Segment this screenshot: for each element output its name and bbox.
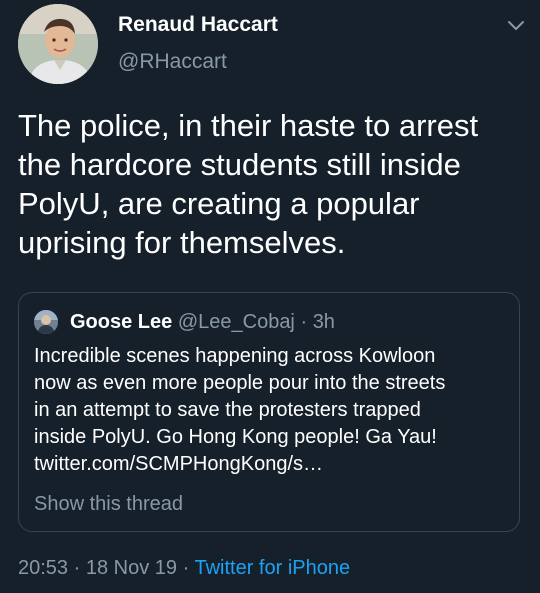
author-name[interactable]: Renaud Haccart [118,13,278,37]
tweet-date: 18 Nov 19 [85,557,178,579]
profile-photo-icon [18,4,98,84]
tweet-text-line: the hardcore students still inside [18,147,461,182]
quoted-author-name: Goose Lee [70,311,173,333]
footer-separator: · [182,557,190,579]
tweet-text-line: uprising for themselves. [18,225,346,260]
tweet-source-link[interactable]: Twitter for iPhone [194,557,350,579]
tweet-text-line: The police, in their haste to arrest [18,108,479,143]
tweet-text-line: PolyU, are creating a popular [18,186,420,221]
quoted-link[interactable]: twitter.com/SCMPHongKong/s… [34,451,514,478]
tweet-footer: 20:53 · 18 Nov 19 · Twitter for iPhone [18,556,350,580]
footer-separator: · [73,557,81,579]
quoted-text-line: Incredible scenes happening across Kowlo… [34,345,436,367]
quoted-text-line: inside PolyU. Go Hong Kong people! Ga Ya… [34,426,437,448]
author-handle[interactable]: @RHaccart [118,50,227,74]
show-thread-link[interactable]: Show this thread [34,493,183,516]
quoted-text-line: now as even more people pour into the st… [34,372,446,394]
quoted-author-handle: @Lee_Cobaj [177,311,295,333]
quoted-text-line: in an attempt to save the protesters tra… [34,399,421,421]
chevron-down-icon[interactable] [502,12,530,40]
quoted-header: Goose Lee @Lee_Cobaj · 3h [70,310,335,334]
author-avatar[interactable] [18,4,98,84]
profile-photo-icon [34,310,58,334]
tweet-detail: Renaud Haccart @RHaccart The police, in … [0,0,540,593]
quoted-time: 3h [312,311,335,333]
tweet-time: 20:53 [18,557,69,579]
quoted-tweet[interactable]: Goose Lee @Lee_Cobaj · 3h Incredible sce… [18,292,520,532]
quoted-author-avatar [34,310,58,334]
quoted-text: Incredible scenes happening across Kowlo… [34,343,514,478]
quoted-separator: · [300,311,308,333]
tweet-text: The police, in their haste to arrest the… [18,106,528,262]
